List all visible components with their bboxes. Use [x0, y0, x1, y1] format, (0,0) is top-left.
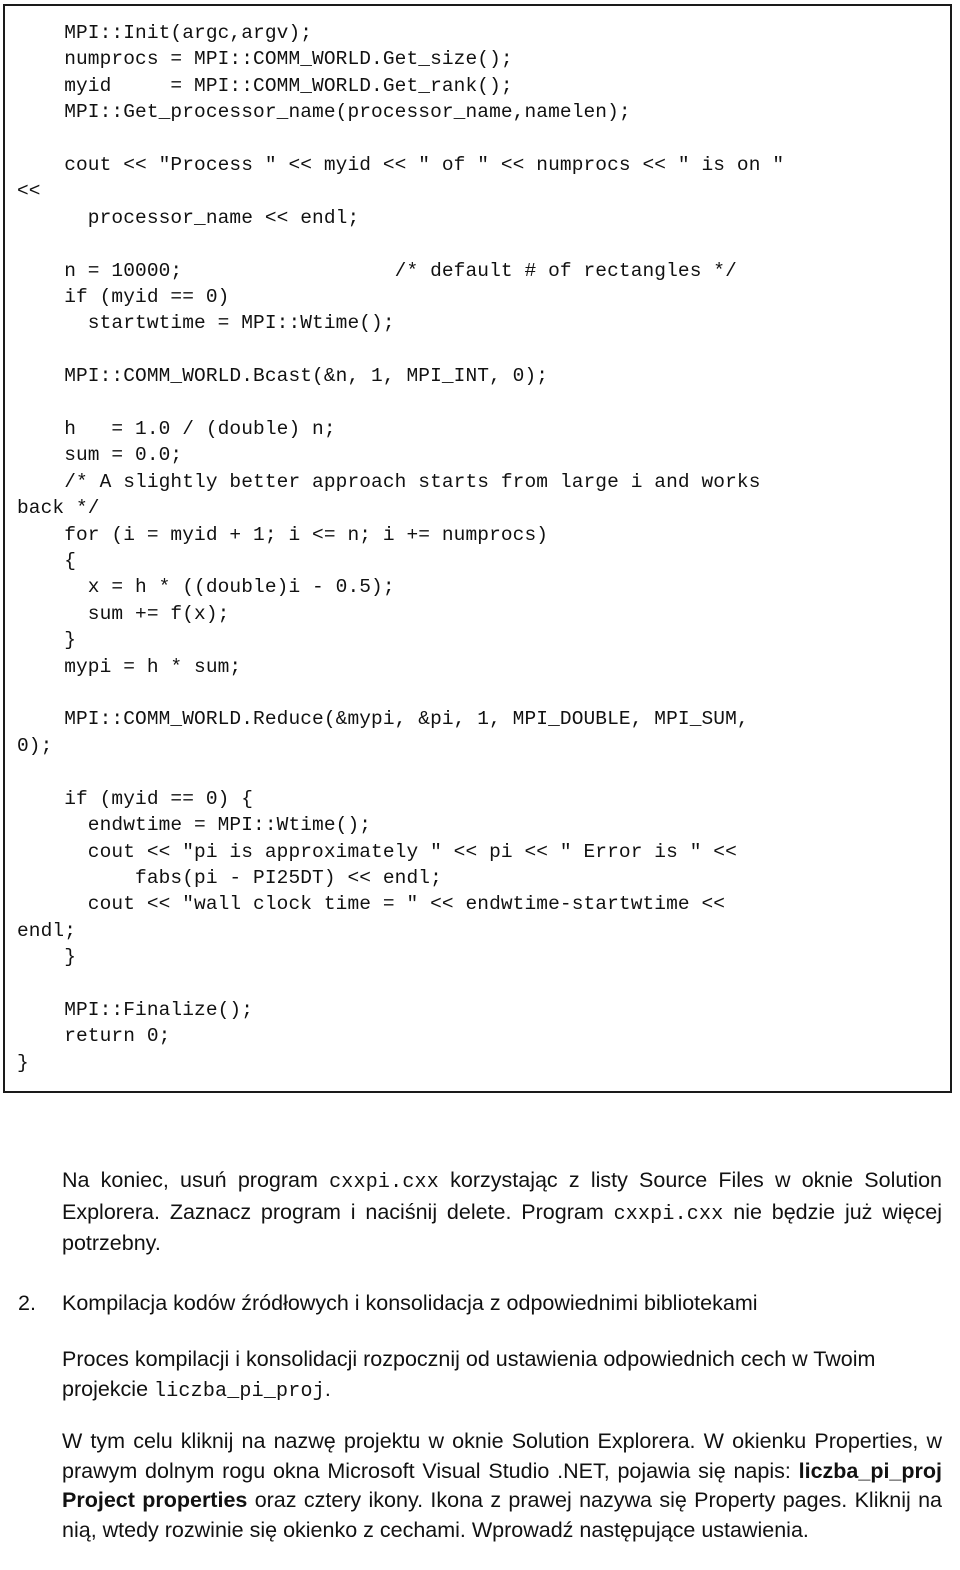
code-line: /* A slightly better approach starts fro… — [17, 470, 761, 493]
code-line: sum = 0.0; — [17, 444, 183, 467]
code-line: cout << "pi is approximately " << pi << … — [17, 840, 737, 863]
code-line: if (myid == 0) — [17, 286, 230, 309]
code-line: numprocs = MPI::COMM_WORLD.Get_size(); — [17, 48, 513, 71]
project-name-inline: liczba_pi_proj — [154, 1379, 325, 1403]
code-line: MPI::COMM_WORLD.Bcast(&n, 1, MPI_INT, 0)… — [17, 365, 549, 388]
filename-cxxpi-1: cxxpi.cxx — [329, 1171, 439, 1194]
code-line: h = 1.0 / (double) n; — [17, 418, 336, 441]
code-line: n = 10000; /* default # of rectangles */ — [17, 259, 737, 282]
code-line: x = h * ((double)i - 0.5); — [17, 576, 395, 599]
code-line: MPI::COMM_WORLD.Reduce(&mypi, &pi, 1, MP… — [17, 708, 749, 731]
section-number: 2. — [18, 1291, 36, 1315]
code-line: cout << "Process " << myid << " of " << … — [17, 154, 785, 177]
code-line: } — [17, 629, 77, 652]
paragraph-compilation: Proces kompilacji i konsolidacji rozpocz… — [62, 1345, 942, 1406]
code-line: mypi = h * sum; — [17, 655, 242, 678]
filename-cxxpi-2: cxxpi.cxx — [613, 1202, 724, 1226]
code-line: for (i = myid + 1; i <= n; i += numprocs… — [17, 523, 549, 546]
code-line: myid = MPI::COMM_WORLD.Get_rank(); — [17, 74, 513, 97]
compile-text-part2: . — [324, 1376, 331, 1401]
paragraph-properties: W tym celu kliknij na nazwę projektu w o… — [62, 1427, 942, 1545]
delete-text-part1: Na koniec, usuń program — [62, 1168, 330, 1192]
section-title: Kompilacja kodów źródłowych i konsolidac… — [62, 1291, 758, 1315]
code-line: MPI::Init(argc,argv); — [17, 22, 313, 44]
code-line: cout << "wall clock time = " << endwtime… — [17, 893, 726, 916]
code-line: startwtime = MPI::Wtime(); — [17, 312, 395, 335]
code-line: << — [17, 180, 41, 203]
code-line: endl; — [17, 919, 77, 942]
code-line: fabs(pi - PI25DT) << endl; — [17, 866, 442, 889]
code-line: MPI::Finalize(); — [17, 998, 254, 1021]
code-line: processor_name << endl; — [17, 206, 360, 229]
code-listing-text: MPI::Init(argc,argv); numprocs = MPI::CO… — [17, 20, 944, 1076]
code-line: return 0; — [17, 1025, 171, 1048]
section-heading-2: 2. Kompilacja kodów źródłowych i konsolid… — [18, 1289, 942, 1319]
code-line: MPI::Get_processor_name(processor_name,n… — [17, 101, 631, 124]
code-line: back */ — [17, 497, 100, 520]
code-line: if (myid == 0) { — [17, 787, 254, 810]
code-line: { — [17, 550, 77, 573]
code-line: 0); — [17, 734, 53, 757]
paragraph-delete-program: Na koniec, usuń program cxxpi.cxx korzys… — [62, 1166, 942, 1259]
code-line: sum += f(x); — [17, 602, 230, 625]
code-listing-box: MPI::Init(argc,argv); numprocs = MPI::CO… — [3, 4, 952, 1093]
code-line: } — [17, 1051, 29, 1074]
code-line: endwtime = MPI::Wtime(); — [17, 814, 372, 837]
code-line: } — [17, 946, 77, 969]
